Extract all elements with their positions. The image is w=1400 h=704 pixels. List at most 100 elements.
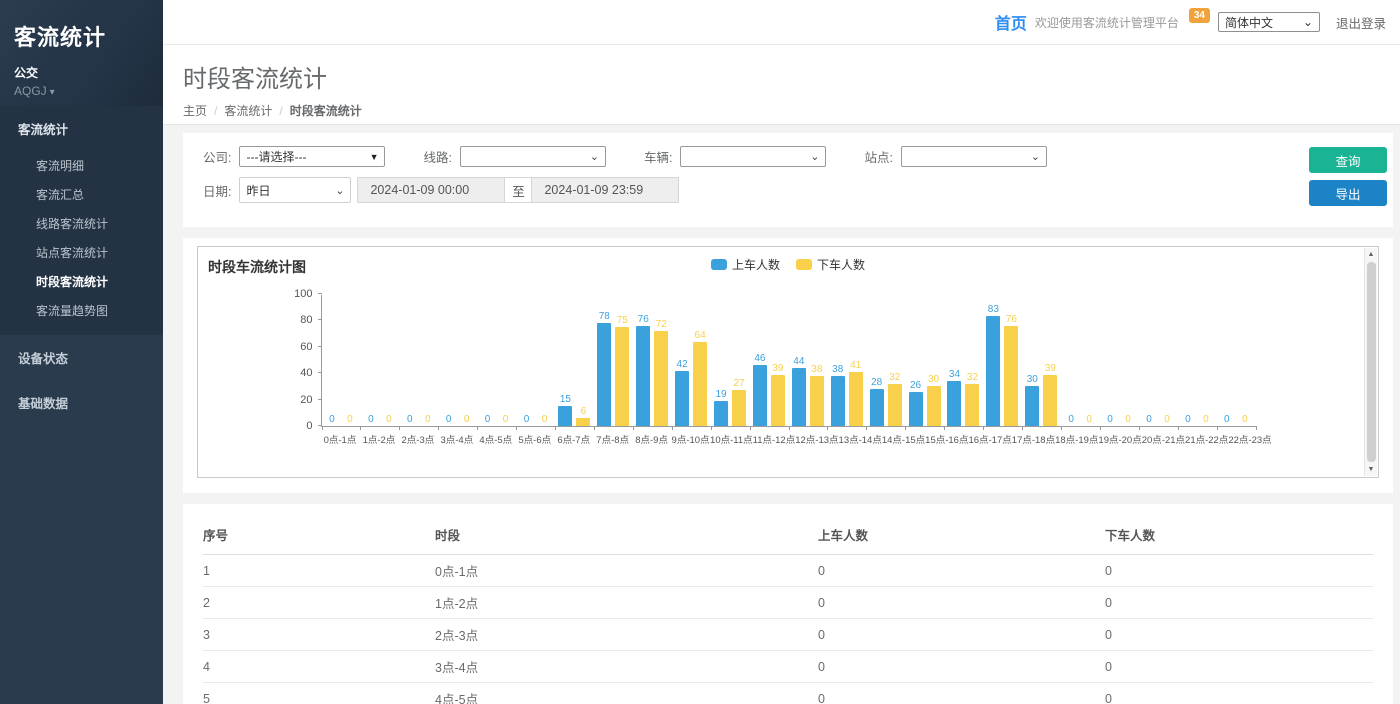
app-title: 客流统计 [14, 20, 149, 52]
date-to-input[interactable]: 2024-01-09 23:59 [531, 177, 679, 203]
filter-buttons: 查询 导出 [1309, 147, 1387, 206]
bar-value-label: 44 [793, 356, 804, 367]
sidebar-subitem[interactable]: 客流量趋势图 [0, 296, 163, 325]
sidebar-subitem[interactable]: 客流汇总 [0, 180, 163, 209]
sidebar: 客流统计 公交 AQGJ▾ 客流统计 客流明细客流汇总线路客流统计站点客流统计时… [0, 0, 163, 704]
bar-value-label: 0 [1164, 414, 1170, 425]
bar-column: 19 [714, 295, 728, 426]
x-tick-mark [1256, 426, 1257, 430]
bar [888, 384, 902, 426]
table-cell: 0 [818, 587, 1105, 619]
bar-column: 0 [403, 295, 417, 426]
x-tick-mark [1061, 426, 1062, 430]
x-tick-mark [866, 426, 867, 430]
table-cell: 4点-5点 [435, 683, 818, 704]
x-tick-mark [750, 426, 751, 430]
x-tick-mark [360, 426, 361, 430]
bar [870, 389, 884, 426]
table-cell: 2点-3点 [435, 619, 818, 651]
bar-group: 00 [477, 295, 516, 426]
table-header-cell: 序号 [203, 510, 435, 555]
bar-group: 7875 [594, 295, 633, 426]
x-tick-mark [477, 426, 478, 430]
bar-group: 7672 [633, 295, 672, 426]
language-select[interactable]: 简体中文 ⌄ [1218, 12, 1320, 32]
bar-value-label: 0 [1107, 414, 1113, 425]
vehicle-select[interactable]: ⌄ [680, 146, 826, 167]
query-button[interactable]: 查询 [1309, 147, 1387, 173]
legend-item[interactable]: 下车人数 [796, 256, 865, 273]
table-cell: 0点-1点 [435, 555, 818, 587]
bar-value-label: 0 [368, 414, 374, 425]
bar [714, 401, 728, 426]
bar-group: 00 [399, 295, 438, 426]
date-preset-select[interactable]: 昨日 ⌄ [239, 177, 351, 203]
company-select[interactable]: ---请选择--- ▼ [239, 146, 385, 167]
bar-value-label: 0 [1146, 414, 1152, 425]
sidebar-subitem[interactable]: 站点客流统计 [0, 238, 163, 267]
bar [597, 323, 611, 426]
bar-group: 38 41 [827, 295, 866, 426]
x-axis-label: 10点-11点 [710, 432, 753, 446]
sidebar-subitem[interactable]: 客流明细 [0, 151, 163, 180]
x-tick-mark [1178, 426, 1179, 430]
top-navbar: 首页 欢迎使用客流统计管理平台 34 简体中文 ⌄ 退出登录 [163, 0, 1400, 45]
bar-column: 0 [499, 295, 513, 426]
table-row: 21点-2点00 [203, 587, 1373, 619]
bar-value-label: 41 [850, 360, 861, 371]
legend-item[interactable]: 上车人数 [711, 256, 780, 273]
x-tick-mark [905, 426, 906, 430]
sidebar-item[interactable]: 基础数据 [0, 380, 163, 425]
scroll-down-icon[interactable]: ▼ [1368, 463, 1375, 476]
line-select[interactable]: ⌄ [460, 146, 606, 167]
table-cell: 0 [818, 555, 1105, 587]
bar-column: 39 [771, 295, 785, 426]
table-body: 10点-1点0021点-2点0032点-3点0043点-4点0054点-5点00… [203, 555, 1373, 704]
filter-row-1: 公司: ---请选择--- ▼ 线路: ⌄ 车辆: ⌄ 站点 [203, 146, 1373, 167]
x-axis-label: 0点-1点 [321, 432, 360, 446]
bar-group: 00 [1139, 295, 1178, 426]
breadcrumb-home[interactable]: 主页 [183, 102, 207, 119]
station-select[interactable]: ⌄ [901, 146, 1047, 167]
x-axis-label: 22点-23点 [1228, 432, 1271, 446]
notification-badge[interactable]: 34 [1189, 8, 1210, 23]
x-tick-mark [944, 426, 945, 430]
bar [558, 406, 572, 426]
x-tick-mark [1100, 426, 1101, 430]
date-from-input[interactable]: 2024-01-09 00:00 [357, 177, 505, 203]
sidebar-subitem[interactable]: 线路客流统计 [0, 209, 163, 238]
logout-link[interactable]: 退出登录 [1336, 13, 1386, 32]
sidebar-item-passenger-stats[interactable]: 客流统计 [0, 106, 163, 151]
y-tick-label: 20 [283, 394, 313, 406]
chevron-down-icon: ⌄ [810, 150, 819, 163]
bar [675, 371, 689, 426]
bar-group: 156 [555, 295, 594, 426]
bar-value-label: 83 [988, 304, 999, 315]
scrollbar-thumb[interactable] [1367, 262, 1376, 462]
sidebar-item[interactable]: 设备状态 [0, 335, 163, 380]
x-axis-label: 17点-18点 [1012, 432, 1055, 446]
x-axis-label: 18点-19点 [1055, 432, 1098, 446]
bar-column: 0 [1199, 295, 1213, 426]
bar-value-label: 38 [832, 364, 843, 375]
x-tick-mark [438, 426, 439, 430]
org-code-dropdown[interactable]: AQGJ▾ [14, 84, 149, 98]
bar-column: 76 [1004, 295, 1018, 426]
table-header-row: 序号时段上车人数下车人数 [203, 510, 1373, 555]
bar-value-label: 15 [560, 394, 571, 405]
table-cell: 4 [203, 651, 435, 683]
chart-panel: 时段车流统计图 上车人数下车人数 00000000000015678757672… [183, 238, 1393, 493]
sidebar-subitem[interactable]: 时段客流统计 [0, 267, 163, 296]
bar [927, 386, 941, 426]
table-row: 43点-4点00 [203, 651, 1373, 683]
scroll-up-icon[interactable]: ▲ [1368, 248, 1375, 261]
export-button[interactable]: 导出 [1309, 180, 1387, 206]
home-link[interactable]: 首页 [995, 10, 1027, 34]
breadcrumb-section[interactable]: 客流统计 [224, 102, 272, 119]
x-tick-mark [399, 426, 400, 430]
x-axis-label: 6点-7点 [554, 432, 593, 446]
bar-group: 00 [1100, 295, 1139, 426]
bar-group: 00 [1216, 295, 1255, 426]
x-axis-label: 4点-5点 [476, 432, 515, 446]
bar [732, 390, 746, 426]
